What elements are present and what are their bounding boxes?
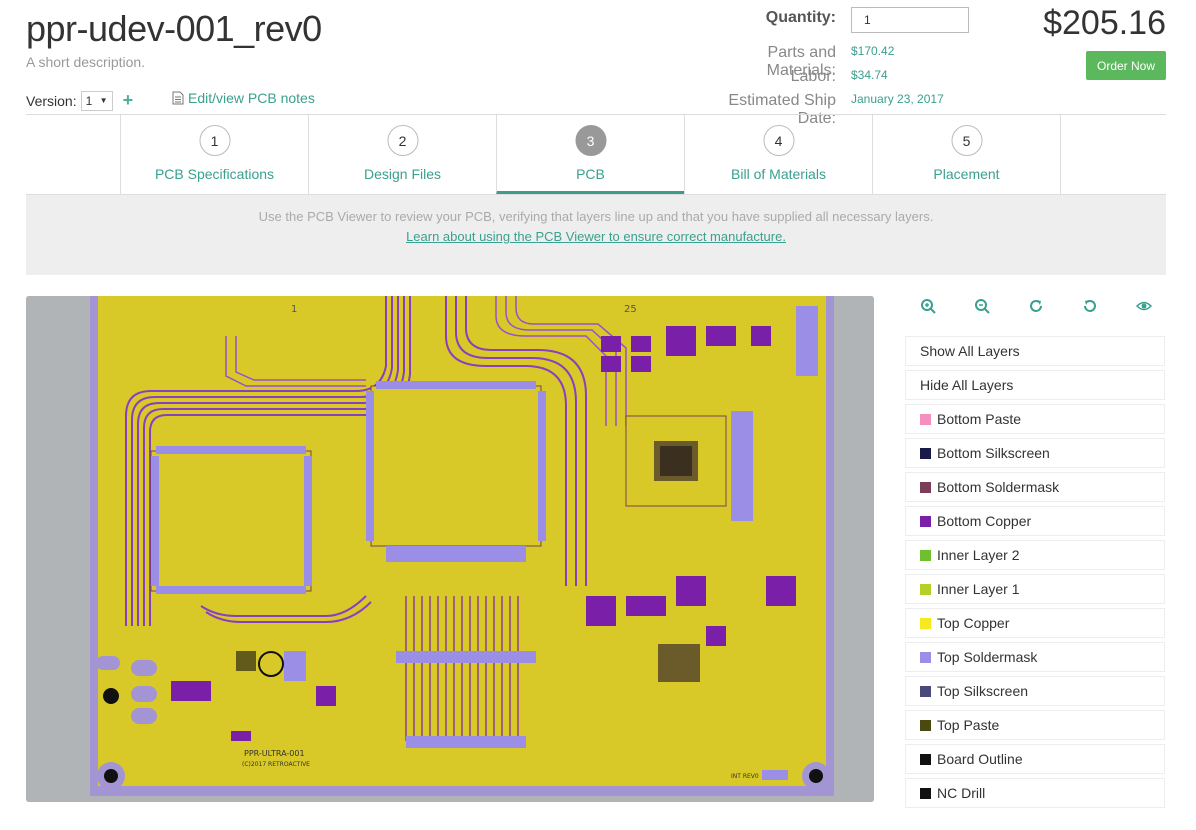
version-row: Version: 1 ▼ + [26, 90, 133, 111]
tab-bill-of-materials[interactable]: 4 Bill of Materials [684, 115, 873, 195]
layer-label: NC Drill [937, 785, 986, 801]
rotate-cw-icon[interactable] [1024, 294, 1048, 318]
layer-toggle[interactable]: Board Outline [905, 744, 1165, 774]
edit-notes-label: Edit/view PCB notes [188, 90, 315, 106]
layer-label: Top Soldermask [937, 649, 1038, 665]
layer-color-swatch [920, 617, 931, 629]
viewer-toolbar [916, 294, 1156, 318]
board-label-pin25: 25 [624, 304, 637, 315]
step-label: Bill of Materials [731, 166, 826, 182]
layer-toggle[interactable]: Top Silkscreen [905, 676, 1165, 706]
layer-color-swatch [920, 515, 931, 527]
step-label: PCB [576, 166, 605, 182]
layer-label: Bottom Soldermask [937, 479, 1060, 495]
board-label-pin1: 1 [291, 304, 297, 315]
layer-toggle[interactable]: Inner Layer 2 [905, 540, 1165, 570]
labor-value: $34.74 [851, 68, 888, 82]
version-select[interactable]: 1 ▼ [80, 90, 113, 111]
layer-color-swatch [920, 447, 931, 459]
layer-color-swatch [920, 753, 931, 765]
eye-icon[interactable] [1132, 294, 1156, 318]
layer-toggle[interactable]: NC Drill [905, 778, 1165, 808]
layer-label: Bottom Silkscreen [937, 445, 1050, 461]
document-icon [172, 91, 184, 105]
layer-label: Inner Layer 2 [937, 547, 1020, 563]
layer-label: Top Copper [937, 615, 1010, 631]
zoom-in-icon[interactable] [916, 294, 940, 318]
layer-color-swatch [920, 481, 931, 493]
layer-toggle[interactable]: Bottom Copper [905, 506, 1165, 536]
labor-label: Labor: [790, 68, 836, 85]
layer-color-swatch [920, 651, 931, 663]
edit-notes-link[interactable]: Edit/view PCB notes [172, 90, 315, 106]
step-number: 4 [763, 125, 794, 156]
tab-placement[interactable]: 5 Placement [872, 115, 1061, 195]
layer-color-swatch [920, 549, 931, 561]
project-description: A short description. [26, 54, 146, 70]
tab-design-files[interactable]: 2 Design Files [308, 115, 497, 195]
layers-panel: Show All Layers Hide All Layers Bottom P… [905, 336, 1165, 812]
layer-label: Top Silkscreen [937, 683, 1029, 699]
step-number: 3 [575, 125, 606, 156]
layer-toggle[interactable]: Top Paste [905, 710, 1165, 740]
layer-label: Board Outline [937, 751, 1023, 767]
layer-color-swatch [920, 413, 931, 425]
version-label: Version: [26, 92, 77, 109]
order-now-button[interactable]: Order Now [1086, 51, 1166, 80]
board-label-copyright: (C)2017 RETROACTIVE [242, 761, 310, 768]
layer-toggle[interactable]: Inner Layer 1 [905, 574, 1165, 604]
version-value: 1 [85, 93, 93, 108]
show-all-layers-button[interactable]: Show All Layers [905, 336, 1165, 366]
info-text: Use the PCB Viewer to review your PCB, v… [258, 209, 934, 224]
layer-label: Bottom Paste [937, 411, 1022, 427]
layer-toggle[interactable]: Top Soldermask [905, 642, 1165, 672]
parts-value: $170.42 [851, 44, 895, 58]
pcb-board-render: PPR-ULTRA-001 (C)2017 RETROACTIVE 1 25 I… [26, 296, 874, 802]
zoom-out-icon[interactable] [970, 294, 994, 318]
total-price: $205.16 [1043, 4, 1166, 42]
pcb-viewer[interactable]: PPR-ULTRA-001 (C)2017 RETROACTIVE 1 25 I… [26, 296, 874, 802]
quantity-input[interactable]: 1 [851, 7, 969, 33]
ship-date-value: January 23, 2017 [851, 92, 944, 106]
hide-all-layers-button[interactable]: Hide All Layers [905, 370, 1165, 400]
layer-list: Bottom Paste Bottom Silkscreen Bottom Sold… [905, 404, 1165, 808]
step-label: PCB Specifications [154, 166, 275, 182]
board-label-part: PPR-ULTRA-001 [244, 749, 305, 758]
layer-label: Inner Layer 1 [937, 581, 1020, 597]
board-label-rev: INT REV0 [731, 773, 759, 780]
tab-pcb[interactable]: 3 PCB [496, 115, 685, 195]
quantity-label: Quantity: [765, 9, 836, 26]
layer-label: Top Paste [937, 717, 1000, 733]
learn-more-link[interactable]: Learn about using the PCB Viewer to ensu… [26, 229, 1166, 244]
layer-toggle[interactable]: Bottom Soldermask [905, 472, 1165, 502]
layer-color-swatch [920, 685, 931, 697]
layer-toggle[interactable]: Bottom Silkscreen [905, 438, 1165, 468]
step-number: 1 [199, 125, 230, 156]
layer-color-swatch [920, 719, 931, 731]
info-banner: Use the PCB Viewer to review your PCB, v… [26, 195, 1166, 275]
step-number: 5 [951, 125, 982, 156]
project-title: ppr-udev-001_rev0 [26, 8, 322, 49]
step-label: Design Files [363, 166, 442, 182]
caret-down-icon: ▼ [99, 96, 108, 105]
step-label: Placement [933, 166, 1000, 182]
layer-toggle[interactable]: Bottom Paste [905, 404, 1165, 434]
step-tabs: 1 PCB Specifications 2 Design Files 3 PC… [120, 115, 1061, 195]
step-number: 2 [387, 125, 418, 156]
rotate-ccw-icon[interactable] [1078, 294, 1102, 318]
layer-color-swatch [920, 583, 931, 595]
tab-pcb-specifications[interactable]: 1 PCB Specifications [120, 115, 309, 195]
add-version-icon[interactable]: + [123, 90, 134, 111]
layer-color-swatch [920, 787, 931, 799]
layer-toggle[interactable]: Top Copper [905, 608, 1165, 638]
layer-label: Bottom Copper [937, 513, 1032, 529]
